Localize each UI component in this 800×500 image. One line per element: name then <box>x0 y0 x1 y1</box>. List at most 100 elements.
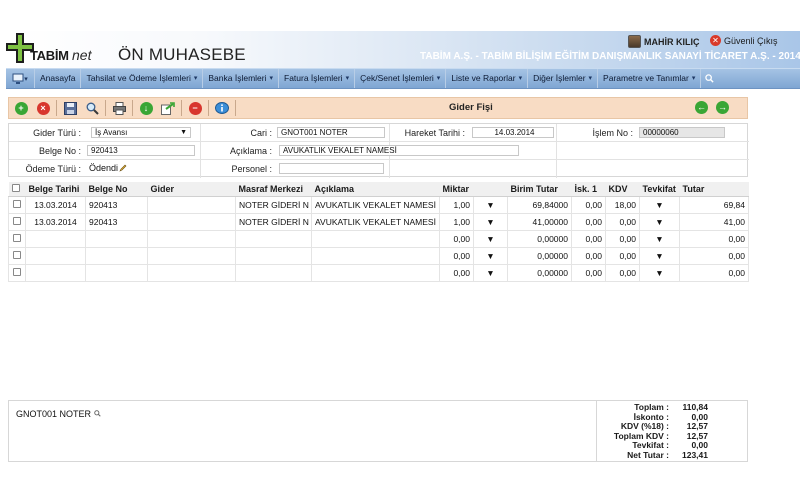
cell-gider[interactable] <box>147 212 236 231</box>
tevkifat-dropdown[interactable]: ▼ <box>639 195 680 214</box>
cell-miktar[interactable]: 0,00 <box>439 247 474 266</box>
cell-belge-tarihi[interactable] <box>25 247 86 266</box>
cari-field[interactable]: GNOT001 NOTER <box>277 127 385 138</box>
tevkifat-dropdown[interactable]: ▼ <box>639 264 680 283</box>
search-button[interactable] <box>83 99 101 117</box>
row-checkbox[interactable] <box>8 264 26 283</box>
cell-tutar[interactable]: 0,00 <box>679 264 749 283</box>
previous-record-button[interactable]: ← <box>695 101 708 114</box>
unit-dropdown[interactable]: ▼ <box>473 247 508 266</box>
user-info[interactable]: MAHİR KILIÇ <box>628 35 700 48</box>
cell-isk1[interactable]: 0,00 <box>571 212 606 231</box>
menu-cek-senet[interactable]: Çek/Senet İşlemleri ▾ <box>354 69 445 88</box>
cell-belge-no[interactable]: 920413 <box>85 212 148 231</box>
odeme-turu-field[interactable]: Ödendi <box>89 163 127 173</box>
cell-gider[interactable] <box>147 264 236 283</box>
cell-aciklama[interactable] <box>311 247 440 266</box>
cell-kdv[interactable]: 0,00 <box>605 229 640 249</box>
table-row[interactable]: 0,00 ▼ 0,00000 0,00 0,00 ▼ 0,00 <box>8 229 749 249</box>
cell-belge-tarihi[interactable]: 13.03.2014 <box>25 212 86 231</box>
cell-birim-tutar[interactable]: 0,00000 <box>507 229 572 249</box>
col-birim-tutar[interactable]: Birim Tutar <box>507 182 572 197</box>
unit-dropdown[interactable]: ▼ <box>473 229 508 249</box>
gider-turu-select[interactable]: İş Avansı ▼ <box>91 127 191 138</box>
table-row[interactable]: 0,00 ▼ 0,00000 0,00 0,00 ▼ 0,00 <box>8 247 749 266</box>
cell-miktar[interactable]: 1,00 <box>439 212 474 231</box>
menu-tahsilat-odeme[interactable]: Tahsilat ve Ödeme İşlemleri ▾ <box>80 69 202 88</box>
menu-anasayfa[interactable]: Anasayfa <box>34 69 80 88</box>
col-gider[interactable]: Gider <box>147 182 236 197</box>
cell-birim-tutar[interactable]: 0,00000 <box>507 247 572 266</box>
save-button[interactable] <box>61 99 79 117</box>
menu-liste-rapor[interactable]: Liste ve Raporlar ▾ <box>445 69 527 88</box>
cell-birim-tutar[interactable]: 0,00000 <box>507 264 572 283</box>
cell-miktar[interactable]: 1,00 <box>439 195 474 214</box>
belge-no-field[interactable]: 920413 <box>87 145 195 156</box>
print-button[interactable] <box>110 99 128 117</box>
tabim-logo[interactable]: TABİM net <box>6 31 126 67</box>
cell-aciklama[interactable]: AVUKATLIK VEKALET NAMESİ <box>311 195 440 214</box>
table-row[interactable]: 13.03.2014 920413 NOTER GİDERİ N AVUKATL… <box>8 212 749 231</box>
col-belge-tarihi[interactable]: Belge Tarihi <box>25 182 86 197</box>
cell-masraf-merkezi[interactable] <box>235 229 312 249</box>
cell-miktar[interactable]: 0,00 <box>439 264 474 283</box>
unit-dropdown[interactable]: ▼ <box>473 264 508 283</box>
cell-tutar[interactable]: 0,00 <box>679 229 749 249</box>
col-tutar[interactable]: Tutar <box>679 182 749 197</box>
tevkifat-dropdown[interactable]: ▼ <box>639 212 680 231</box>
menu-home-icon-button[interactable]: ▾ <box>6 69 34 88</box>
cell-isk1[interactable]: 0,00 <box>571 247 606 266</box>
cell-aciklama[interactable] <box>311 264 440 283</box>
table-row[interactable]: 13.03.2014 920413 NOTER GİDERİ N AVUKATL… <box>8 195 749 214</box>
unit-dropdown[interactable]: ▼ <box>473 195 508 214</box>
cell-masraf-merkezi[interactable]: NOTER GİDERİ N <box>235 195 312 214</box>
cell-tutar[interactable]: 41,00 <box>679 212 749 231</box>
col-masraf-merkezi[interactable]: Masraf Merkezi <box>235 182 312 197</box>
col-tevkifat[interactable]: Tevkifat <box>639 182 680 197</box>
cell-belge-no[interactable] <box>85 247 148 266</box>
cell-masraf-merkezi[interactable] <box>235 264 312 283</box>
download-button[interactable]: ↓ <box>137 99 155 117</box>
hareket-tarihi-field[interactable]: 14.03.2014 <box>472 127 554 138</box>
cell-aciklama[interactable]: AVUKATLIK VEKALET NAMESİ <box>311 212 440 231</box>
next-record-button[interactable]: → <box>716 101 729 114</box>
cell-isk1[interactable]: 0,00 <box>571 229 606 249</box>
cell-masraf-merkezi[interactable] <box>235 247 312 266</box>
menu-search-icon[interactable] <box>700 69 718 88</box>
cell-birim-tutar[interactable]: 69,84000 <box>507 195 572 214</box>
cell-belge-tarihi[interactable] <box>25 264 86 283</box>
col-aciklama[interactable]: Açıklama <box>311 182 440 197</box>
cell-belge-no[interactable] <box>85 229 148 249</box>
cell-gider[interactable] <box>147 195 236 214</box>
cell-belge-tarihi[interactable] <box>25 229 86 249</box>
menu-fatura[interactable]: Fatura İşlemleri ▾ <box>278 69 354 88</box>
cell-kdv[interactable]: 0,00 <box>605 247 640 266</box>
tevkifat-dropdown[interactable]: ▼ <box>639 229 680 249</box>
cell-isk1[interactable]: 0,00 <box>571 264 606 283</box>
cell-kdv[interactable]: 0,00 <box>605 212 640 231</box>
col-belge-no[interactable]: Belge No <box>85 182 148 197</box>
unit-dropdown[interactable]: ▼ <box>473 212 508 231</box>
row-checkbox[interactable] <box>8 247 26 266</box>
aciklama-field[interactable]: AVUKATLIK VEKALET NAMESİ <box>279 145 519 156</box>
cell-tutar[interactable]: 69,84 <box>679 195 749 214</box>
menu-diger[interactable]: Diğer İşlemler ▾ <box>527 69 597 88</box>
row-checkbox[interactable] <box>8 229 26 249</box>
menu-parametre[interactable]: Parametre ve Tanımlar ▾ <box>597 69 700 88</box>
row-checkbox[interactable] <box>8 195 26 214</box>
cell-belge-no[interactable] <box>85 264 148 283</box>
info-button[interactable] <box>213 99 231 117</box>
col-isk1[interactable]: İsk. 1 <box>571 182 606 197</box>
new-button[interactable]: + <box>12 99 30 117</box>
cell-isk1[interactable]: 0,00 <box>571 195 606 214</box>
cell-kdv[interactable]: 0,00 <box>605 264 640 283</box>
col-kdv[interactable]: KDV <box>605 182 640 197</box>
cell-gider[interactable] <box>147 229 236 249</box>
export-button[interactable] <box>159 99 177 117</box>
cell-birim-tutar[interactable]: 41,00000 <box>507 212 572 231</box>
cell-aciklama[interactable] <box>311 229 440 249</box>
cell-gider[interactable] <box>147 247 236 266</box>
menu-banka[interactable]: Banka İşlemleri ▾ <box>202 69 278 88</box>
cell-miktar[interactable]: 0,00 <box>439 229 474 249</box>
cari-summary[interactable]: GNOT001 NOTER <box>16 409 101 419</box>
